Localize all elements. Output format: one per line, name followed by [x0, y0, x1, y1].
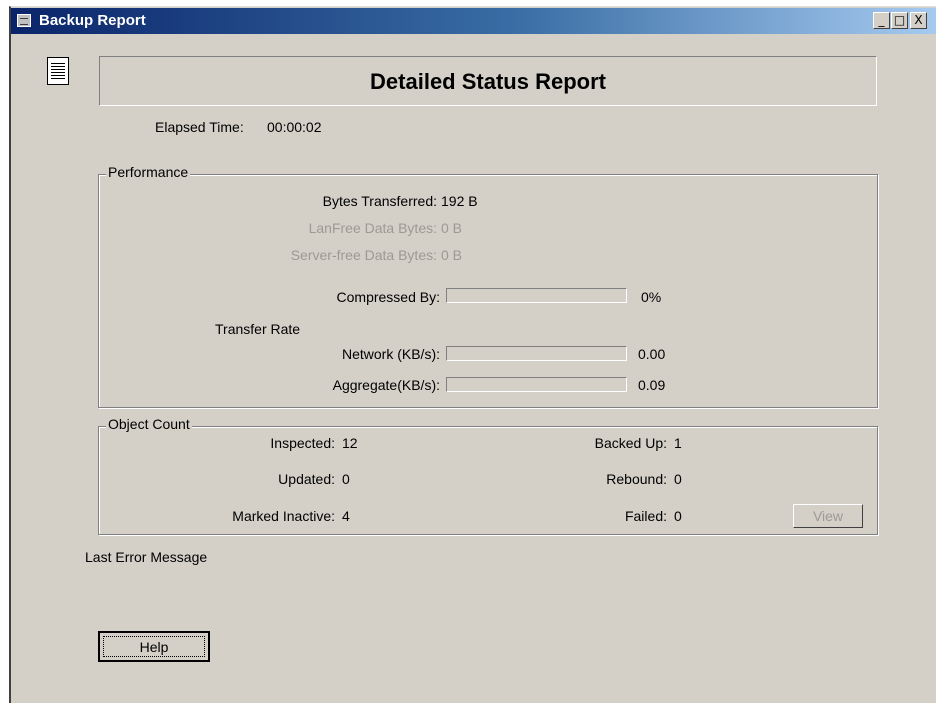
failed-value: 0: [674, 508, 682, 524]
aggregate-rate-bar: [446, 377, 627, 392]
help-button-label: Help: [139, 639, 169, 655]
document-icon: [47, 57, 69, 85]
rebound-value: 0: [674, 471, 682, 487]
inspected-label: Inspected:: [270, 435, 335, 451]
compressed-by-value: 0%: [641, 289, 662, 305]
app-icon[interactable]: [17, 14, 31, 27]
maximize-button[interactable]: □: [891, 12, 908, 29]
marked-inactive-label: Marked Inactive:: [232, 508, 335, 524]
backed-up-label: Backed Up:: [594, 435, 667, 451]
elapsed-time-value: 00:00:02: [267, 119, 322, 135]
network-rate-bar: [446, 346, 627, 361]
last-error-label: Last Error Message: [85, 549, 208, 565]
network-rate-value: 0.00: [638, 346, 666, 362]
marked-inactive-value: 4: [342, 508, 350, 524]
window-title: Backup Report: [39, 12, 146, 29]
serverfree-bytes-value: 0 B: [441, 247, 463, 263]
updated-value: 0: [342, 471, 350, 487]
updated-label: Updated:: [278, 471, 335, 487]
failed-label: Failed:: [624, 508, 667, 524]
aggregate-rate-value: 0.09: [638, 377, 666, 393]
backup-report-window: Backup Report _ □ X Detailed Status Repo…: [9, 6, 936, 703]
close-button[interactable]: X: [910, 12, 927, 29]
elapsed-time-label: Elapsed Time:: [155, 119, 244, 135]
bytes-transferred-value: 192 B: [441, 193, 478, 209]
compressed-progress-bar: [446, 288, 627, 303]
serverfree-bytes-label: Server-free Data Bytes:: [290, 247, 437, 263]
transfer-rate-label: Transfer Rate: [215, 321, 301, 337]
inspected-value: 12: [342, 435, 358, 451]
lanfree-bytes-label: LanFree Data Bytes:: [308, 220, 437, 236]
lanfree-bytes-value: 0 B: [441, 220, 463, 236]
report-title: Detailed Status Report: [370, 69, 606, 94]
title-bar[interactable]: Backup Report _ □ X: [11, 8, 936, 34]
help-button[interactable]: Help: [98, 631, 210, 662]
object-count-legend: Object Count: [106, 416, 192, 432]
compressed-by-label: Compressed By:: [336, 289, 440, 305]
performance-legend: Performance: [106, 164, 191, 180]
view-button[interactable]: View: [793, 504, 863, 528]
aggregate-rate-label: Aggregate(KB/s):: [332, 377, 440, 393]
backed-up-value: 1: [674, 435, 682, 451]
report-header: Detailed Status Report: [99, 56, 877, 106]
rebound-label: Rebound:: [606, 471, 667, 487]
bytes-transferred-label: Bytes Transferred:: [322, 193, 437, 209]
network-rate-label: Network (KB/s):: [341, 346, 440, 362]
minimize-button[interactable]: _: [873, 12, 890, 29]
